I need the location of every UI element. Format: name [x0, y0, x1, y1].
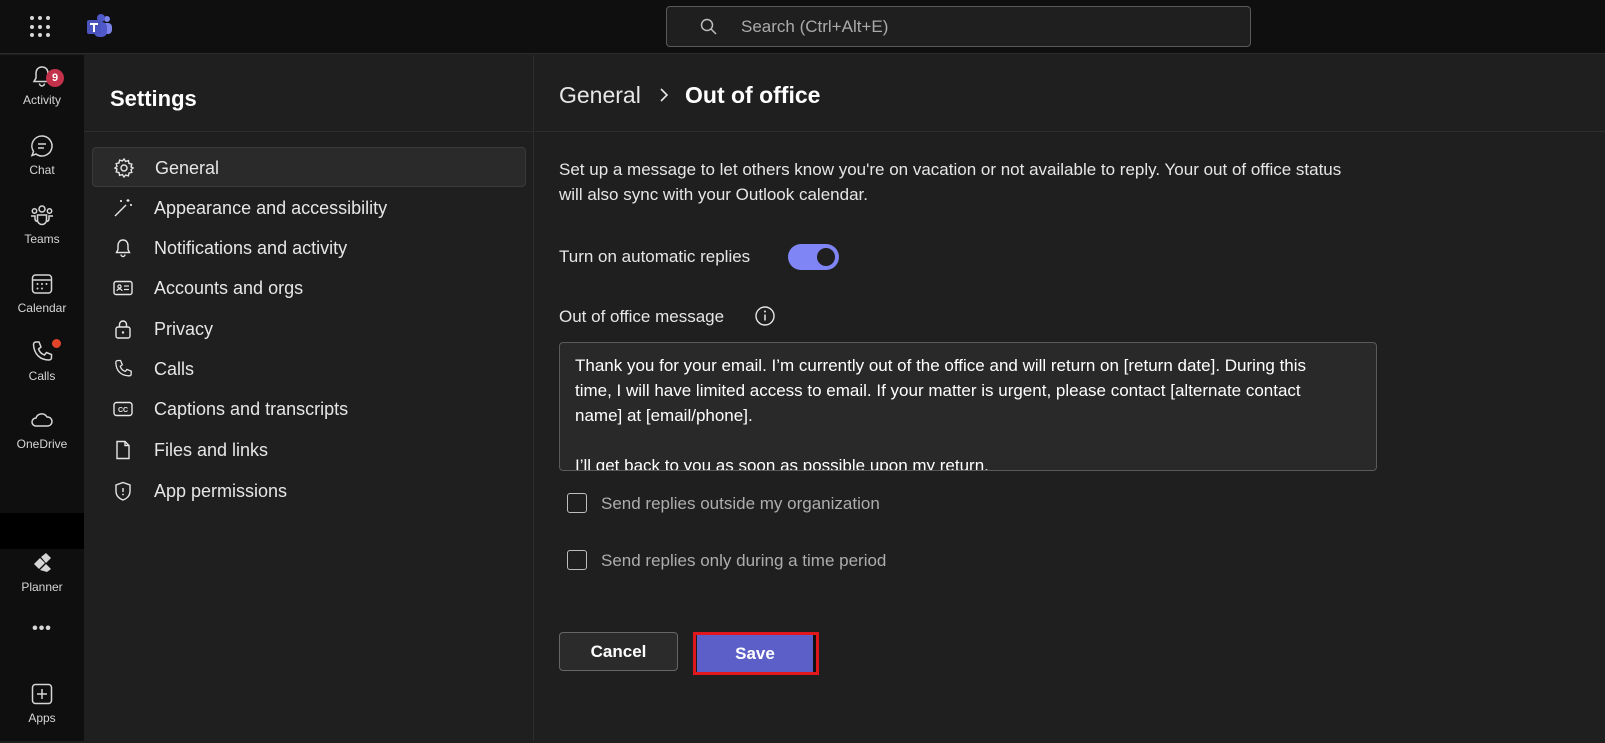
settings-item-label: Privacy	[154, 319, 214, 339]
settings-item-label: Notifications and activity	[154, 238, 348, 258]
gear-icon	[113, 157, 135, 179]
out-of-office-message-field[interactable]: Thank you for your email. I’m currently …	[559, 342, 1377, 471]
rail-item-calendar[interactable]: Calendar	[0, 271, 84, 333]
rail-item-apps[interactable]: Apps	[0, 681, 84, 743]
search-icon	[700, 18, 717, 35]
rail-label-chat: Chat	[29, 163, 55, 177]
add-apps-icon	[31, 683, 53, 705]
message-line: name] at [email/phone].	[575, 406, 753, 425]
rail-item-teams[interactable]: Teams	[0, 202, 84, 264]
settings-item-label: Captions and transcripts	[154, 399, 349, 419]
calendar-icon	[31, 274, 53, 294]
divider	[535, 131, 1605, 132]
app-rail: Activity 9 Chat Teams Calendar Calls One…	[0, 55, 86, 743]
teams-icon	[31, 205, 53, 226]
send-time-period-checkbox[interactable]: Send replies only during a time period	[567, 550, 937, 574]
settings-item-label: Files and links	[154, 440, 269, 460]
message-line: time, I will have limited access to emai…	[575, 381, 1301, 400]
rail-label-onedrive: OneDrive	[16, 437, 68, 451]
activity-badge: 9	[46, 69, 64, 87]
settings-item-accounts[interactable]: Accounts and orgs	[92, 268, 526, 308]
id-card-icon	[113, 280, 133, 296]
description: Set up a message to let others know you'…	[559, 157, 1379, 207]
chat-icon	[30, 135, 53, 157]
toggle-knob	[817, 248, 835, 266]
rail-item-activity[interactable]: Activity 9	[0, 63, 84, 125]
teams-logo-icon	[87, 14, 112, 37]
settings-item-captions[interactable]: CC Captions and transcripts	[92, 389, 526, 429]
divider	[84, 131, 534, 132]
rail-label-planner: Planner	[21, 580, 63, 594]
auto-replies-toggle[interactable]	[788, 244, 839, 270]
checkbox-box[interactable]	[567, 550, 587, 570]
cancel-button[interactable]: Cancel	[559, 632, 678, 671]
rail-item-onedrive[interactable]: OneDrive	[0, 407, 84, 469]
rail-item-calls[interactable]: Calls	[0, 339, 84, 401]
settings-panel: Settings General Appearance and accessib…	[84, 55, 534, 741]
cloud-icon	[31, 413, 53, 427]
settings-item-label: Accounts and orgs	[154, 278, 304, 298]
settings-title: Settings	[110, 86, 197, 111]
planner-icon	[34, 553, 51, 572]
bell-icon	[115, 239, 131, 258]
rail-item-planner[interactable]: Planner	[0, 550, 84, 612]
settings-item-label: Calls	[154, 359, 195, 379]
settings-item-label: Appearance and accessibility	[154, 198, 388, 218]
checkbox-label: Send replies only during a time period	[601, 551, 887, 570]
cc-icon: CC	[113, 401, 133, 417]
more-icon: •••	[32, 620, 52, 637]
settings-item-notifications[interactable]: Notifications and activity	[92, 228, 526, 268]
message-line: Thank you for your email. I’m currently …	[575, 356, 1307, 375]
search-placeholder: Search (Ctrl+Alt+E)	[741, 17, 889, 36]
main-content: General Out of office Set up a message t…	[535, 55, 1605, 741]
rail-label-teams: Teams	[24, 232, 60, 246]
rail-hidden-item	[0, 513, 86, 549]
settings-item-privacy[interactable]: Privacy	[92, 309, 526, 349]
settings-item-label: App permissions	[154, 481, 288, 501]
app-launcher-icon[interactable]	[30, 16, 52, 38]
description-line: will also sync with your Outlook calenda…	[559, 185, 868, 204]
svg-text:CC: CC	[118, 407, 128, 414]
rail-label-activity: Activity	[22, 93, 61, 107]
settings-item-files[interactable]: Files and links	[92, 430, 526, 470]
send-outside-org-checkbox[interactable]: Send replies outside my organization	[567, 493, 927, 517]
wand-icon	[114, 199, 132, 217]
settings-item-appearance[interactable]: Appearance and accessibility	[92, 188, 526, 228]
settings-item-app-permissions[interactable]: App permissions	[92, 471, 526, 511]
chevron-right-icon	[660, 88, 669, 102]
settings-item-calls[interactable]: Calls	[92, 349, 526, 389]
settings-item-general[interactable]: General	[92, 147, 526, 187]
message-label: Out of office message	[559, 307, 725, 326]
auto-replies-label: Turn on automatic replies	[559, 247, 751, 266]
checkbox-label: Send replies outside my organization	[601, 494, 880, 513]
message-line: I’ll get back to you as soon as possible…	[575, 456, 989, 471]
breadcrumb-general[interactable]: General	[559, 82, 641, 109]
rail-item-chat[interactable]: Chat	[0, 133, 84, 195]
settings-item-label: General	[155, 158, 220, 178]
description-line: Set up a message to let others know you'…	[559, 160, 1342, 179]
search-input[interactable]: Search (Ctrl+Alt+E)	[666, 6, 1251, 47]
rail-more-button[interactable]: •••	[0, 620, 84, 682]
rail-label-apps: Apps	[28, 711, 56, 725]
lock-icon	[115, 320, 131, 339]
rail-label-calendar: Calendar	[17, 301, 67, 315]
phone-icon	[115, 359, 132, 377]
info-icon[interactable]	[754, 305, 776, 327]
shield-icon	[115, 481, 131, 501]
top-bar: Search (Ctrl+Alt+E)	[0, 0, 1605, 54]
file-icon	[116, 440, 130, 460]
checkbox-box[interactable]	[567, 493, 587, 513]
save-button[interactable]: Save	[697, 635, 816, 672]
rail-label-calls: Calls	[28, 369, 56, 383]
calls-notification-dot	[52, 339, 61, 348]
page-title: Out of office	[685, 82, 821, 108]
